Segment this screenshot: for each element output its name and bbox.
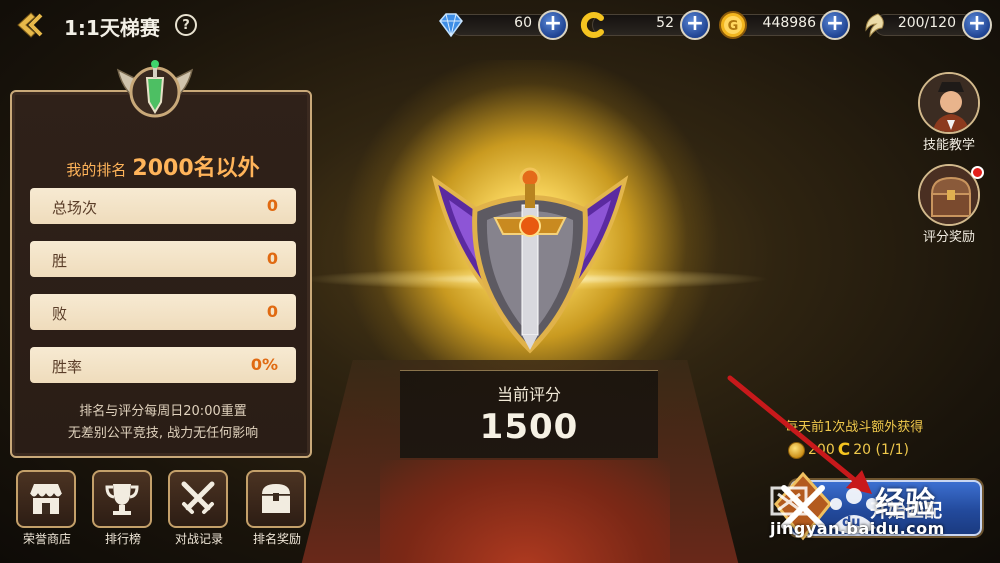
stat-label: 胜率 (52, 358, 83, 376)
gold-coin-icon (788, 441, 805, 459)
shop-icon (29, 484, 63, 514)
resource-c-currency: 52 + (578, 10, 712, 40)
my-rank: 我的排名 2000名以外 (12, 150, 314, 182)
c-currency-icon (580, 12, 604, 38)
skill-tutorial-button[interactable]: 技能教学 (913, 72, 985, 153)
my-rank-label: 我的排名 (66, 161, 127, 179)
stamina-value: 200/120 (897, 15, 956, 31)
gold-coin-icon: G (719, 11, 747, 39)
honor-shop-button[interactable]: 荣誉商店 (16, 470, 78, 547)
diamond-icon (439, 13, 463, 38)
bonus-c-amount: 20 (1/1) (853, 442, 909, 458)
c-currency-icon: C (837, 440, 851, 460)
stat-row-winrate: 胜率 0% (30, 347, 296, 383)
stat-label: 败 (52, 305, 68, 323)
stat-label: 胜 (52, 252, 68, 270)
battle-record-label: 对战记录 (174, 532, 223, 546)
stat-label: 总场次 (52, 199, 98, 217)
stat-row-wins: 胜 0 (30, 241, 296, 277)
stat-value: 0 (266, 249, 278, 268)
arena-rug (380, 460, 670, 563)
honor-shop-label: 荣誉商店 (22, 532, 71, 546)
rank-reward-label: 排名奖励 (252, 532, 301, 546)
stat-value: 0 (266, 196, 278, 215)
daily-bonus-rewards: 200 C 20 (1/1) (788, 440, 909, 460)
trophy-icon (105, 484, 139, 515)
watermark-url: jingyan.baidu.com (770, 519, 945, 538)
back-button[interactable] (14, 10, 50, 40)
resource-gold: G 448986 + (718, 10, 854, 40)
leaderboard-button[interactable]: 排行榜 (92, 470, 154, 547)
back-arrow-icon (17, 12, 43, 38)
reset-notice: 排名与评分每周日20:00重置 (79, 404, 247, 419)
stat-value: 0% (250, 355, 278, 374)
leaderboard-label: 排行榜 (104, 532, 141, 546)
skill-tutorial-label: 技能教学 (922, 138, 975, 153)
battle-record-button[interactable]: 对战记录 (168, 470, 230, 547)
daily-bonus-text: 每天前1次战斗额外获得 (785, 420, 924, 435)
svg-text:G: G (728, 19, 739, 34)
bonus-coin-amount: 200 (808, 442, 835, 458)
rank-badge-icon (431, 167, 629, 354)
treasure-chest-icon (262, 484, 290, 513)
my-rank-value: 2000名以外 (132, 156, 260, 181)
resource-stamina: 200/120 + (860, 10, 994, 40)
add-stamina-button[interactable]: + (962, 10, 992, 40)
stat-row-losses: 败 0 (30, 294, 296, 330)
rank-reward-button[interactable]: 排名奖励 (246, 470, 308, 547)
notification-dot (971, 166, 984, 179)
current-score-box: 当前评分 1500 (400, 370, 658, 458)
stat-row-total: 总场次 0 (30, 188, 296, 224)
wing-stamina-icon (865, 13, 884, 38)
page-title: 1:1天梯赛 (64, 16, 160, 40)
score-reward-label: 评分奖励 (922, 230, 975, 245)
resource-diamond: 60 + (436, 10, 570, 40)
tutor-avatar-icon (920, 74, 978, 132)
stat-value: 0 (266, 302, 278, 321)
current-score-label: 当前评分 (496, 385, 561, 404)
help-button[interactable]: ? (175, 14, 197, 36)
add-diamond-button[interactable]: + (538, 10, 568, 40)
rank-stats-panel: 我的排名 2000名以外 总场次 0 胜 0 败 0 胜率 0% 排名与评分每周日… (10, 90, 312, 458)
current-score-value: 1500 (479, 407, 579, 447)
wing-sword-emblem-icon (116, 60, 194, 118)
top-bar: 1:1天梯赛 ? 60 + 52 + G 448986 + 200/120 + (0, 0, 1000, 50)
c-currency-value: 52 (656, 15, 674, 31)
add-gold-button[interactable]: + (820, 10, 850, 40)
gold-value: 448986 (762, 15, 816, 31)
score-reward-button[interactable]: 评分奖励 (913, 164, 985, 245)
add-c-currency-button[interactable]: + (680, 10, 710, 40)
fairness-notice: 无差别公平竞技, 战力无任何影响 (67, 426, 259, 441)
watermark-brand: 经验 (875, 486, 935, 521)
diamond-value: 60 (514, 15, 532, 31)
crossed-swords-icon (181, 481, 215, 514)
